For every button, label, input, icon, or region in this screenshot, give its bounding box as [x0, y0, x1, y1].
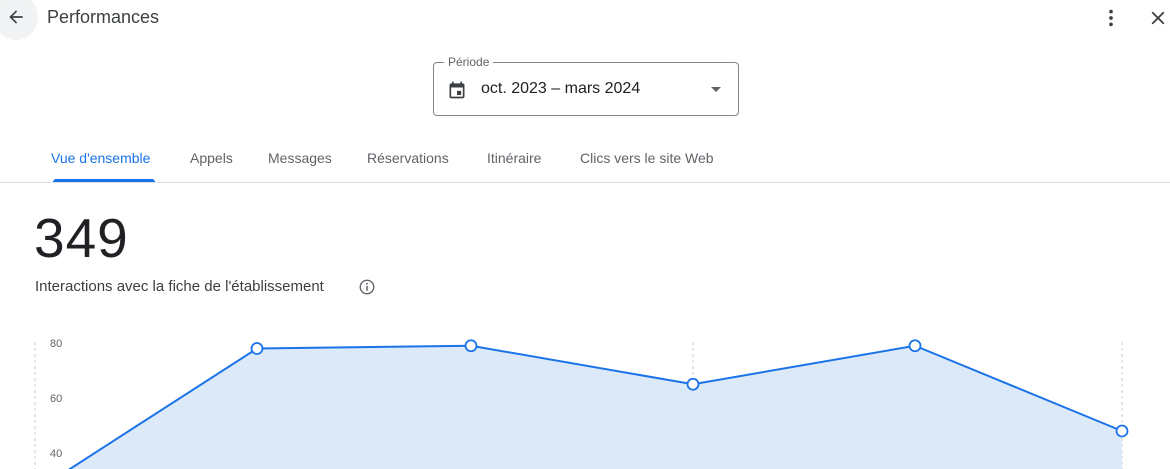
tab-messages[interactable]: Messages	[268, 150, 332, 166]
interactions-total: 349	[34, 207, 129, 269]
chart-point	[686, 377, 700, 391]
arrow-drop-down-icon	[711, 87, 721, 92]
tab-website-clicks[interactable]: Clics vers le site Web	[580, 150, 714, 166]
y-tick-label: 40	[50, 448, 62, 460]
info-icon[interactable]	[358, 278, 376, 296]
app-header: Performances	[0, 0, 1170, 40]
more-vert-icon	[1109, 9, 1113, 27]
tab-overview[interactable]: Vue d'ensemble	[51, 150, 150, 166]
chart-point	[464, 339, 478, 353]
close-button[interactable]	[1147, 7, 1169, 29]
tab-bookings[interactable]: Réservations	[367, 150, 449, 166]
interactions-chart: 80 60 40	[34, 338, 1129, 469]
arrow-back-icon	[9, 10, 23, 24]
close-icon	[1151, 11, 1165, 25]
back-button[interactable]	[0, 0, 38, 40]
y-tick-label: 60	[50, 393, 62, 405]
period-label: Période	[444, 55, 494, 69]
page-title: Performances	[47, 7, 160, 27]
tab-directions[interactable]: Itinéraire	[487, 150, 541, 166]
interactions-label: Interactions avec la fiche de l'établiss…	[35, 278, 324, 295]
calendar-icon	[449, 81, 465, 99]
more-options-button[interactable]	[1100, 7, 1122, 29]
active-tab-indicator	[53, 179, 155, 182]
chart-point	[1115, 424, 1129, 438]
tab-bar: Vue d'ensemble Appels Messages Réservati…	[0, 140, 1170, 183]
period-value: oct. 2023 – mars 2024	[481, 80, 641, 97]
chart-point	[250, 342, 264, 355]
period-select[interactable]: Période oct. 2023 – mars 2024	[433, 55, 739, 116]
chart-point	[908, 339, 922, 353]
y-tick-label: 80	[50, 338, 62, 350]
tab-calls[interactable]: Appels	[190, 150, 233, 166]
